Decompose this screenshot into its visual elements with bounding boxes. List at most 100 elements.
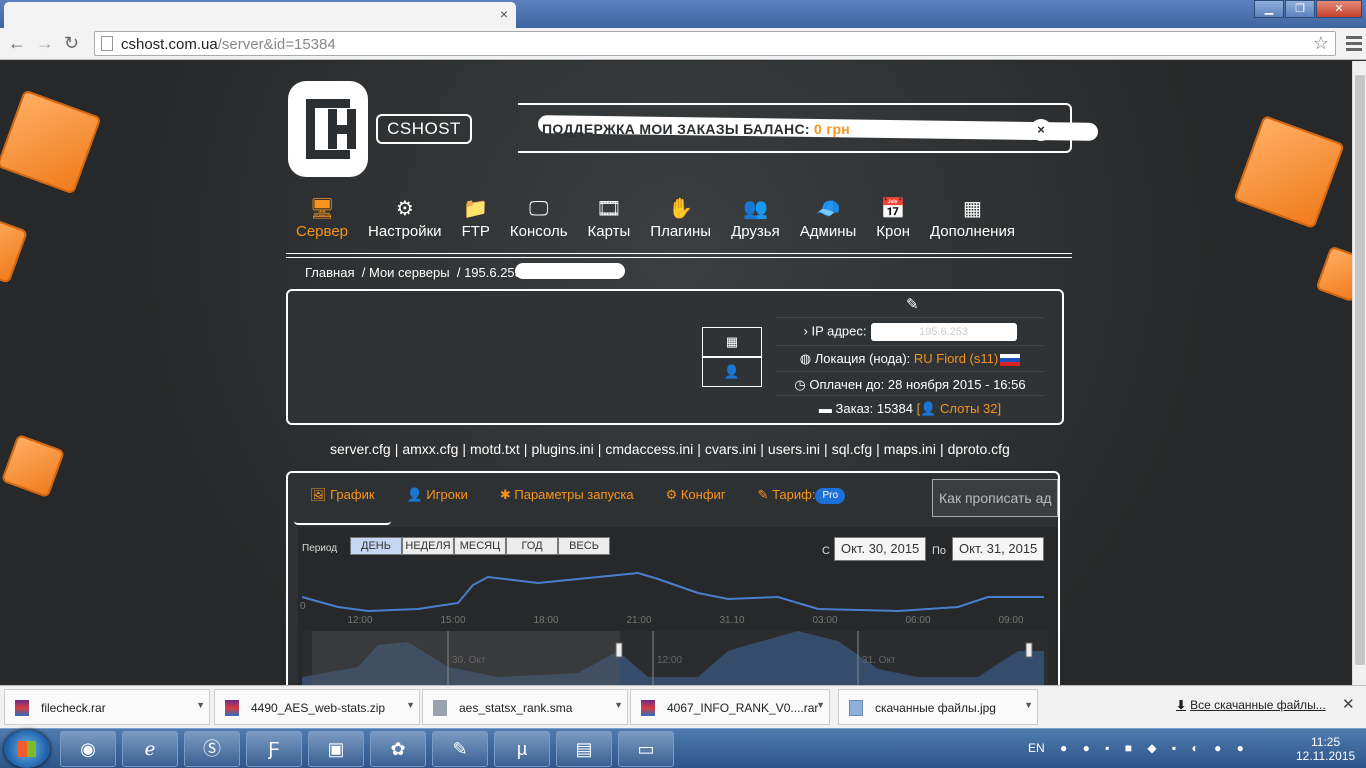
server-card: ✎ ▦ 👤 › IP адрес: 195.6.253 ◍ Локация (но… xyxy=(286,289,1064,425)
decor-cube xyxy=(0,433,66,499)
filezilla-taskbar-icon[interactable]: Ƒ xyxy=(246,731,302,767)
nav-label: Друзья xyxy=(731,223,780,240)
close-icon[interactable]: × xyxy=(1030,119,1052,141)
navigator-label: 30. Окт xyxy=(452,655,486,666)
nav-Сервер[interactable]: 🖥 Сервер xyxy=(286,197,358,247)
config-link-plugins.ini[interactable]: plugins.ini xyxy=(531,441,593,457)
chevron-down-icon[interactable]: ▼ xyxy=(1024,700,1033,710)
chevron-down-icon[interactable]: ▼ xyxy=(816,700,825,710)
tray-icons[interactable]: ● ● ▪ ■ ◆ ▪ ◐ ● ● xyxy=(1060,741,1250,755)
x-tick-label: 21:00 xyxy=(626,615,651,626)
nav-Консоль[interactable]: 🖵 Консоль xyxy=(500,197,578,247)
page-scrollbar[interactable] xyxy=(1352,61,1366,685)
cshost-logo[interactable] xyxy=(288,81,368,177)
config-link-cmdaccess.ini[interactable]: cmdaccess.ini xyxy=(605,441,693,457)
page-content: CSHOST ПОДДЕРЖКА МОИ ЗАКАЗЫ БАЛАНС: 0 гр… xyxy=(0,61,1352,685)
chevron-down-icon[interactable]: ▼ xyxy=(406,700,415,710)
chevron-down-icon[interactable]: ▼ xyxy=(614,700,623,710)
minimize-button[interactable]: ▁ xyxy=(1254,0,1284,18)
tab-Тариф:[interactable]: ✎ Тариф: Pro xyxy=(742,481,861,525)
icq-taskbar-icon[interactable]: ✿ xyxy=(370,731,426,767)
separator: | xyxy=(597,441,602,457)
url-input[interactable]: cshost.com.ua/server&id=15384 ☆ xyxy=(94,31,1336,56)
user-button[interactable]: 👤 xyxy=(702,357,762,387)
browser-tab[interactable]: × xyxy=(4,2,516,28)
config-link-maps.ini[interactable]: maps.ini xyxy=(884,441,936,457)
nav-Карты[interactable]: 🎞 Карты xyxy=(578,197,641,247)
config-link-sql.cfg[interactable]: sql.cfg xyxy=(832,441,872,457)
config-link-server.cfg[interactable]: server.cfg xyxy=(330,441,391,457)
players-chart[interactable]: 0 12:00 15:00 18:00 21:00 31.10 03:00 06:00 09:0… xyxy=(298,527,1058,685)
tab-Игроки[interactable]: 👤 Игроки xyxy=(391,481,484,525)
browser-tabbar: × ▁ ❐ ✕ xyxy=(0,0,1366,28)
decor-cube xyxy=(0,89,102,195)
breadcrumb-home[interactable]: Главная xyxy=(305,265,354,280)
config-link-motd.txt[interactable]: motd.txt xyxy=(470,441,520,457)
График-icon: 🖼 xyxy=(310,487,331,502)
config-link-dproto.cfg[interactable]: dproto.cfg xyxy=(948,441,1010,457)
decor-cube xyxy=(1315,245,1352,303)
breadcrumb-servers[interactable]: Мои серверы xyxy=(369,265,450,280)
tab-Параметры запуска[interactable]: ✱ Параметры запуска xyxy=(484,481,650,525)
config-link-users.ini[interactable]: users.ini xyxy=(768,441,820,457)
downloads-bar: filecheck.rar ▼ 4490_AES_web-stats.zip ▼ aes… xyxy=(0,685,1366,728)
chrome-menu-icon[interactable] xyxy=(1346,36,1362,54)
explorer-taskbar-icon[interactable]: ▭ xyxy=(618,731,674,767)
language-indicator[interactable]: EN xyxy=(1028,741,1045,755)
back-button[interactable]: ← xyxy=(8,34,26,52)
nav-Плагины[interactable]: ✋ Плагины xyxy=(640,197,721,247)
config-link-cvars.ini[interactable]: cvars.ini xyxy=(705,441,756,457)
ip-value-field[interactable]: 195.6.253 xyxy=(870,323,1017,341)
winrar-taskbar-icon[interactable]: ▤ xyxy=(556,731,612,767)
nav-label: Дополнения xyxy=(929,223,1015,240)
nav-label: Админы xyxy=(799,223,857,240)
nav-label: Сервер xyxy=(296,223,349,240)
panel-tabs: 🖼 График 👤 Игроки ✱ Параметры запуска ⚙ Кон… xyxy=(294,481,861,525)
file-icon xyxy=(849,700,863,716)
clock[interactable]: 11:25 12.11.2015 xyxy=(1296,735,1355,763)
brand-name[interactable]: CSHOST xyxy=(376,114,472,144)
slots-link[interactable]: Слоты 32 xyxy=(940,401,997,416)
forward-button[interactable]: → xyxy=(36,34,54,52)
chevron-down-icon[interactable]: ▼ xyxy=(196,700,205,710)
download-item[interactable]: filecheck.rar ▼ xyxy=(4,689,210,725)
utorrent-taskbar-icon[interactable]: µ xyxy=(494,731,550,767)
account-links[interactable]: ПОДДЕРЖКА МОИ ЗАКАЗЫ БАЛАНС: 0 грн xyxy=(542,121,850,137)
tab-label: График xyxy=(330,487,375,502)
download-item[interactable]: 4067_INFO_RANK_V0....rar ▼ xyxy=(630,689,830,725)
nav-Друзья[interactable]: 👥 Друзья xyxy=(721,197,790,247)
skype-taskbar-icon[interactable]: Ⓢ xyxy=(184,731,240,767)
tab-График[interactable]: 🖼 График xyxy=(294,481,391,525)
bookmark-star-icon[interactable]: ☆ xyxy=(1313,33,1329,54)
ie-taskbar-icon[interactable]: ℯ xyxy=(122,731,178,767)
download-item[interactable]: aes_statsx_rank.sma ▼ xyxy=(422,689,628,725)
start-button[interactable] xyxy=(4,730,50,768)
tab-close-icon[interactable]: × xyxy=(500,6,508,22)
maximize-button[interactable]: ❐ xyxy=(1285,0,1315,18)
edit-icon[interactable]: ✎ xyxy=(906,295,919,313)
how-to-button[interactable]: Как прописать ад xyxy=(932,479,1058,517)
tab-Конфиг[interactable]: ⚙ Конфиг xyxy=(650,481,742,525)
Тариф:-icon: ✎ xyxy=(757,487,773,502)
calendar-button[interactable]: ▦ xyxy=(702,327,762,357)
location-link[interactable]: RU Fiord (s11) xyxy=(914,351,998,366)
nav-Админы[interactable]: 🧢 Админы xyxy=(790,197,867,247)
downloads-close-icon[interactable]: ✕ xyxy=(1342,695,1355,713)
download-item[interactable]: скачанные файлы.jpg ▼ xyxy=(838,689,1038,725)
close-window-button[interactable]: ✕ xyxy=(1316,0,1362,18)
reload-button[interactable]: ↻ xyxy=(64,34,79,52)
chrome-taskbar-icon[interactable]: ◉ xyxy=(60,731,116,767)
notepad-taskbar-icon[interactable]: ✎ xyxy=(432,731,488,767)
photos-taskbar-icon[interactable]: ▣ xyxy=(308,731,364,767)
config-link-amxx.cfg[interactable]: amxx.cfg xyxy=(402,441,458,457)
nav-Дополнения[interactable]: ▦ Дополнения xyxy=(920,197,1025,247)
download-name: aes_statsx_rank.sma xyxy=(459,701,573,715)
download-name: скачанные файлы.jpg xyxy=(875,701,996,715)
nav-FTP[interactable]: 📁 FTP xyxy=(452,197,500,247)
nav-Настройки[interactable]: ⚙ Настройки xyxy=(358,197,452,247)
nav-Крон[interactable]: 📅 Крон xyxy=(866,197,920,247)
download-item[interactable]: 4490_AES_web-stats.zip ▼ xyxy=(214,689,420,725)
all-downloads-link[interactable]: ⬇ Все скачанные файлы... xyxy=(1176,698,1326,712)
x-tick-label: 12:00 xyxy=(347,615,372,626)
download-name: 4067_INFO_RANK_V0....rar xyxy=(667,701,819,715)
